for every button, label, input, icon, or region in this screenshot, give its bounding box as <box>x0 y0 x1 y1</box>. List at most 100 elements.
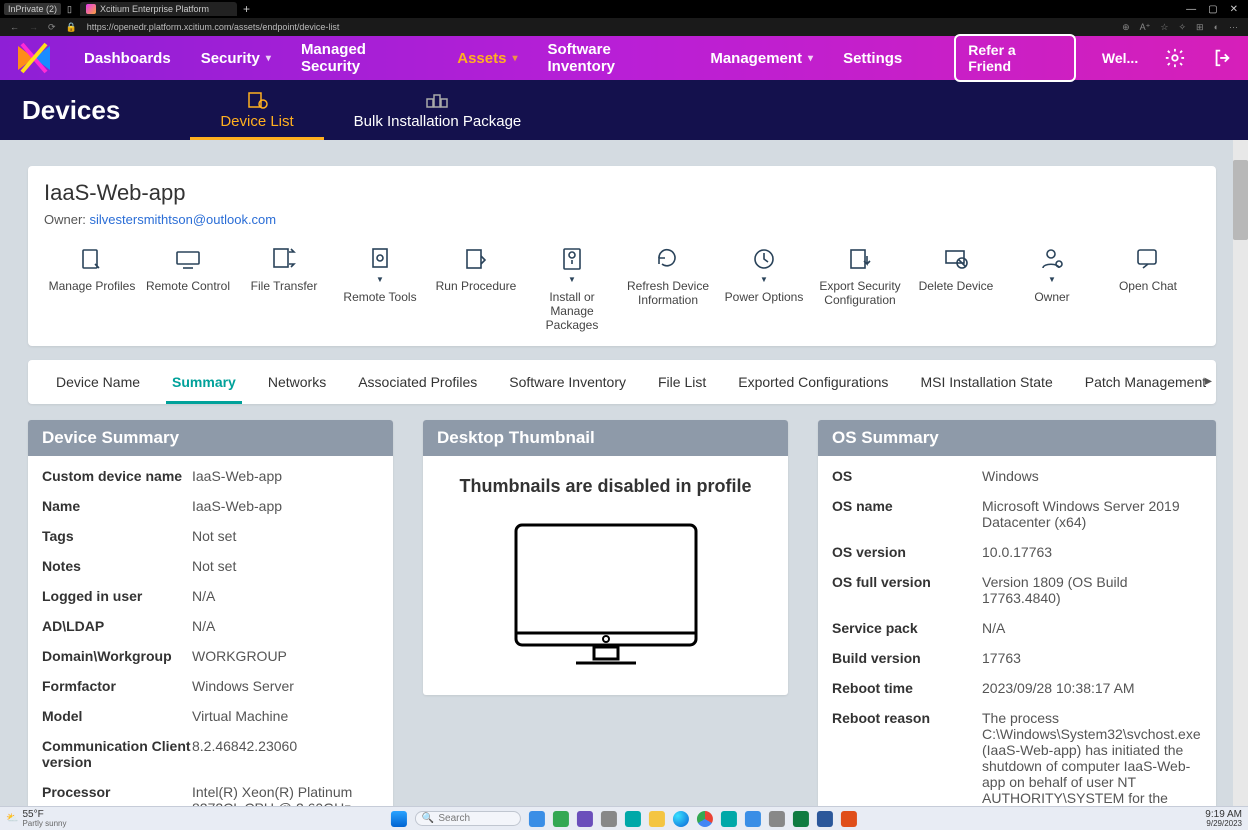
tab-msi-installation-state[interactable]: MSI Installation State <box>904 360 1068 404</box>
taskbar-app-icon[interactable] <box>577 811 593 827</box>
nav-assets[interactable]: Assets▾ <box>457 50 517 67</box>
panel-head-desktop-thumbnail: Desktop Thumbnail <box>423 420 788 456</box>
device-tabs: Device NameSummaryNetworksAssociated Pro… <box>28 360 1216 404</box>
back-button[interactable]: ← <box>10 22 19 32</box>
taskbar-weather[interactable]: ⛅ 55°F Partly sunny <box>0 810 72 828</box>
tab-summary[interactable]: Summary <box>156 360 252 404</box>
taskbar-app-icon[interactable] <box>841 811 857 827</box>
tab-patch-management[interactable]: Patch Management <box>1069 360 1216 404</box>
browser-tab[interactable]: Xcitium Enterprise Platform <box>80 2 237 16</box>
main-nav: Dashboards Security▾ Managed Security As… <box>84 41 902 75</box>
word-icon[interactable] <box>817 811 833 827</box>
vertical-scrollbar[interactable] <box>1233 140 1248 806</box>
collections-icon[interactable]: ⊞ <box>1196 22 1204 33</box>
tab-networks[interactable]: Networks <box>252 360 342 404</box>
excel-icon[interactable] <box>793 811 809 827</box>
taskbar-app-icon[interactable] <box>553 811 569 827</box>
kv-value: 2023/09/28 10:38:17 AM <box>982 676 1202 700</box>
action-run-procedure[interactable]: Run Procedure <box>428 241 524 336</box>
profile-icon[interactable]: ◐ <box>1214 22 1219 33</box>
minimize-button[interactable]: — <box>1186 4 1196 15</box>
browser-titlebar: InPrivate (2) ▯ Xcitium Enterprise Platf… <box>0 0 1248 18</box>
tab-software-inventory[interactable]: Software Inventory <box>493 360 642 404</box>
kv-value: WORKGROUP <box>192 644 379 668</box>
action-power-options[interactable]: ▼Power Options <box>716 241 812 336</box>
kv-value: Microsoft Windows Server 2019 Datacenter… <box>982 494 1202 534</box>
taskbar-app-icon[interactable] <box>529 811 545 827</box>
start-button[interactable] <box>391 811 407 827</box>
device-owner: Owner: silvestersmithtson@outlook.com <box>44 212 1200 227</box>
refresh-button[interactable]: ⟳ <box>48 22 56 33</box>
kv-value: Windows <box>982 464 1202 488</box>
taskbar-center: 🔍 Search <box>391 811 857 827</box>
action-export-security-configuration[interactable]: Export Security Configuration <box>812 241 908 336</box>
maximize-button[interactable]: ▢ <box>1208 4 1217 15</box>
nav-security[interactable]: Security▾ <box>201 50 271 67</box>
edge-icon[interactable] <box>673 811 689 827</box>
kv-value: 10.0.17763 <box>982 540 1202 564</box>
tab-file-list[interactable]: File List <box>642 360 722 404</box>
favorite-icon[interactable]: ☆ <box>1160 22 1168 33</box>
file-explorer-icon[interactable] <box>649 811 665 827</box>
taskbar-app-icon[interactable] <box>601 811 617 827</box>
nav-settings[interactable]: Settings <box>843 50 902 67</box>
kv-key: OS name <box>832 494 982 534</box>
device-action-row: Manage ProfilesRemote ControlFile Transf… <box>44 241 1200 336</box>
read-aloud-icon[interactable]: A⁺ <box>1140 22 1151 33</box>
refer-friend-button[interactable]: Refer a Friend <box>954 34 1076 82</box>
kv-key: Communication Client version <box>42 734 192 774</box>
action-remote-tools[interactable]: ▼Remote Tools <box>332 241 428 336</box>
chevron-down-icon: ▾ <box>808 53 813 64</box>
chrome-icon[interactable] <box>697 811 713 827</box>
favorites-bar-icon[interactable]: ✧ <box>1178 22 1186 33</box>
tab-associated-profiles[interactable]: Associated Profiles <box>342 360 493 404</box>
kv-key: Reboot time <box>832 676 982 700</box>
kv-key: Name <box>42 494 192 518</box>
url-text[interactable]: https://openedr.platform.xcitium.com/ass… <box>87 22 340 32</box>
taskbar-app-icon[interactable] <box>745 811 761 827</box>
nav-dashboards[interactable]: Dashboards <box>84 50 171 67</box>
action-manage-profiles[interactable]: Manage Profiles <box>44 241 140 336</box>
tab-device-name[interactable]: Device Name <box>40 360 156 404</box>
dropdown-indicator-icon: ▼ <box>1048 275 1056 284</box>
owner-email-link[interactable]: silvestersmithtson@outlook.com <box>90 212 277 227</box>
tabs-scroll-right-icon[interactable]: ▸ <box>1205 372 1212 389</box>
tab-exported-configurations[interactable]: Exported Configurations <box>722 360 904 404</box>
nav-management[interactable]: Management▾ <box>710 50 813 67</box>
zoom-icon[interactable]: ⊕ <box>1122 22 1130 33</box>
new-tab-button[interactable]: + <box>243 2 250 16</box>
taskbar-app-icon[interactable] <box>769 811 785 827</box>
dropdown-indicator-icon: ▼ <box>376 275 384 284</box>
kv-key: Custom device name <box>42 464 192 488</box>
thumbnail-disabled-message: Thumbnails are disabled in profile <box>459 476 751 497</box>
action-delete-device[interactable]: Delete Device <box>908 241 1004 336</box>
logout-icon[interactable] <box>1212 47 1234 69</box>
app-header: Dashboards Security▾ Managed Security As… <box>0 36 1248 80</box>
taskbar-search[interactable]: 🔍 Search <box>415 811 521 826</box>
action-file-transfer[interactable]: File Transfer <box>236 241 332 336</box>
action-icon <box>366 245 394 273</box>
nav-software-inventory[interactable]: Software Inventory <box>547 41 680 75</box>
forward-button[interactable]: → <box>29 22 38 32</box>
subtab-device-list[interactable]: Device List <box>190 80 323 140</box>
welcome-text[interactable]: Wel... <box>1102 50 1138 66</box>
lock-icon: 🔒 <box>66 22 77 33</box>
window-controls: — ▢ ✕ <box>1186 4 1244 15</box>
action-remote-control[interactable]: Remote Control <box>140 241 236 336</box>
close-button[interactable]: ✕ <box>1230 4 1238 15</box>
monitor-icon <box>506 515 706 675</box>
nav-managed-security[interactable]: Managed Security <box>301 41 427 75</box>
more-icon[interactable]: ⋯ <box>1229 22 1238 33</box>
action-icon <box>750 245 778 273</box>
action-refresh-device-information[interactable]: Refresh Device Information <box>620 241 716 336</box>
taskbar-app-icon[interactable] <box>721 811 737 827</box>
search-icon: 🔍 <box>422 813 434 824</box>
app-logo-icon[interactable] <box>14 42 54 74</box>
action-open-chat[interactable]: Open Chat <box>1100 241 1196 336</box>
action-icon <box>270 245 298 273</box>
action-install-or-manage-packages[interactable]: ▼Install or Manage Packages <box>524 241 620 336</box>
subtab-bulk-install[interactable]: Bulk Installation Package <box>324 80 552 140</box>
gear-icon[interactable] <box>1164 47 1186 69</box>
action-owner[interactable]: ▼Owner <box>1004 241 1100 336</box>
taskbar-app-icon[interactable] <box>625 811 641 827</box>
